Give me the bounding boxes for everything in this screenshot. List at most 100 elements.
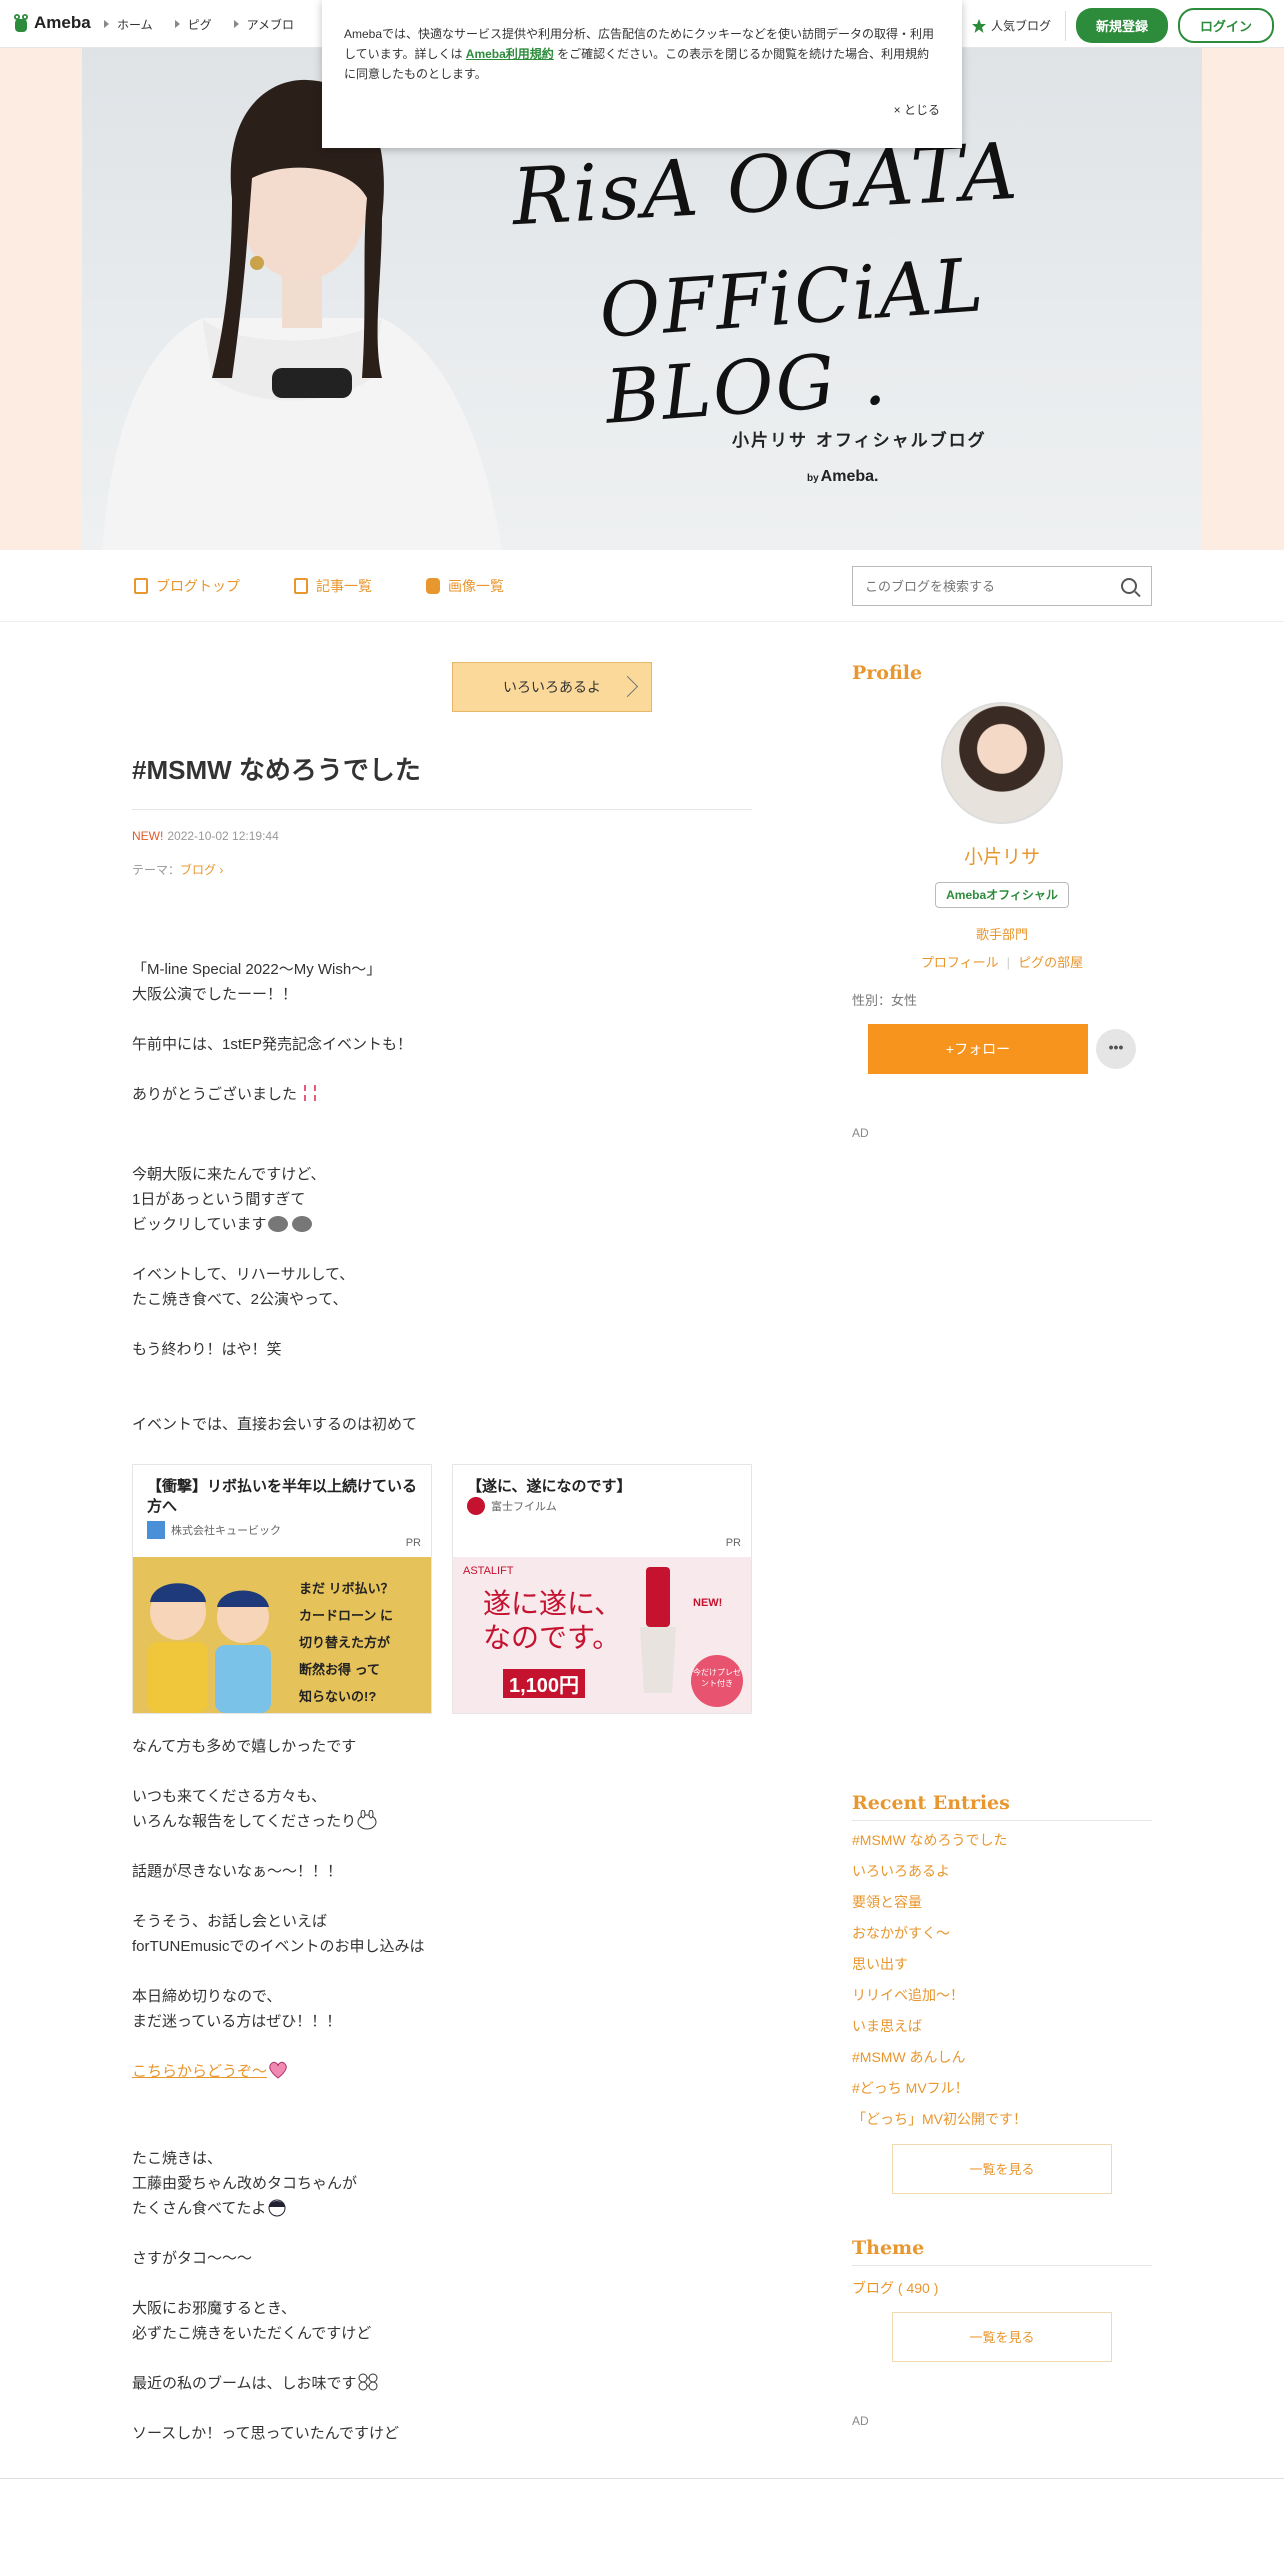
article-link-line: こちらからどうぞ〜	[132, 2059, 289, 2084]
recent-entry[interactable]: #MSMW なめろうでした	[852, 1830, 1027, 1861]
ad-1-title: 【衝撃】リボ払いを半年以上続けている方へ	[147, 1478, 418, 1515]
recent-entry[interactable]: 「どっち」MV初公開です！	[852, 2109, 1027, 2140]
ad-1-sponsor: 株式会社キュービック	[133, 1517, 431, 1543]
see-all-themes-button[interactable]: 一覧を見る	[892, 2312, 1112, 2362]
ad-1-sponsor-name: 株式会社キュービック	[171, 1525, 281, 1537]
see-all-entries-button[interactable]: 一覧を見る	[892, 2144, 1112, 2194]
entry-list-link[interactable]: 記事一覧	[294, 576, 372, 596]
heart-icon	[269, 2061, 287, 2079]
recent-entries-list: #MSMW なめろうでした いろいろあるよ 要領と容量 おなかがすく〜 思い出す…	[852, 1830, 1027, 2140]
ad-2-bottle	[640, 1567, 676, 1693]
article-paragraph-3: イベントして、リハーサルして、 たこ焼き食べて、2公演やって、 もう終わり！はや…	[132, 1266, 355, 1358]
hero-by-ameba: by Ameba.	[807, 468, 878, 486]
ad-2-pr-label: PR	[725, 1537, 741, 1549]
login-button[interactable]: ログイン	[1177, 8, 1274, 43]
sponsor-logo-icon	[467, 1497, 485, 1515]
ad-card-2[interactable]: 【遂に、遂になのです】 富士フイルム PR ASTALIFT 遂に遂に、 なので…	[452, 1464, 752, 1714]
copy-icon	[294, 578, 308, 594]
application-link[interactable]: こちらからどうぞ〜	[132, 2063, 267, 2080]
recent-entry[interactable]: 要領と容量	[852, 1892, 1027, 1923]
theme-heading: Theme	[852, 2237, 1152, 2266]
popular-blog-link[interactable]: 人気ブログ	[971, 10, 1066, 41]
profile-category[interactable]: 歌手部門	[852, 924, 1152, 943]
signup-button[interactable]: 新規登録	[1075, 8, 1168, 43]
recent-entry[interactable]: #どっち MVフル！	[852, 2078, 1027, 2109]
hero-brand: Ameba.	[820, 468, 879, 485]
document-icon	[134, 578, 148, 594]
cookie-notice: Amebaでは、快適なサービス提供や利用分析、広告配信のためにクッキーなどを使い…	[322, 0, 962, 148]
ad-1-line-2: カードローン に	[299, 1608, 393, 1623]
ad-2-gift-badge: 今だけプレゼント付き	[691, 1655, 743, 1707]
follow-button[interactable]: +フォロー	[868, 1024, 1088, 1074]
header-actions: 人気ブログ 新規登録 ログイン	[971, 8, 1274, 43]
ad-2-new: NEW!	[693, 1597, 723, 1609]
surprised-face-emoji-icon	[267, 1216, 312, 1232]
flower-emoji-icon	[358, 2373, 378, 2391]
profile-gender: 性別：女性	[852, 993, 918, 1008]
ad-2-brand: ASTALIFT	[463, 1565, 514, 1577]
recent-entry[interactable]: おなかがすく〜	[852, 1923, 1027, 1954]
cookie-close-button[interactable]: × とじる	[894, 100, 940, 120]
ad-2-sponsor-name: 富士フイルム	[491, 1501, 557, 1513]
hero-subtitle: 小片リサ オフィシャルブログ	[732, 431, 987, 451]
logo-text: Ameba	[34, 13, 91, 32]
pr-banner-button[interactable]: いろいろあるよ	[452, 662, 652, 712]
article-paragraph-1: 「M-line Special 2022〜My Wish〜」 大阪公演でしたーー…	[132, 957, 412, 1107]
official-badge[interactable]: Amebaオフィシャル	[935, 882, 1069, 908]
profile-name[interactable]: 小片リサ	[852, 842, 1152, 869]
profile-link[interactable]: プロフィール	[921, 955, 999, 970]
new-badge: NEW!	[132, 829, 164, 843]
search-icon[interactable]	[1121, 578, 1137, 594]
rabbit-emoji-icon	[357, 1810, 377, 1830]
hero-by-label: by	[807, 473, 819, 484]
ad-1-pr-label: PR	[405, 1537, 421, 1549]
article-paragraph-9: ソースしか！って思っていたんですけど	[132, 2425, 400, 2442]
article-paragraph-7: たこ焼きは、 工藤由愛ちゃん改めタコちゃんが たくさん食べてたよ	[132, 2146, 357, 2221]
paragraph-5-text: なんて方も多めで嬉しかったです いつも来てくださる方々も、 いろんな報告をしてく…	[132, 1738, 357, 1830]
recent-entry[interactable]: リリイベ追加〜！	[852, 1985, 1027, 2016]
ad-1-image: まだ リボ払い？ カードローン に 切り替えた方が 断然お得 って 知らないの!…	[133, 1557, 431, 1713]
nav-ameblo[interactable]: アメブロ	[234, 16, 294, 33]
blog-search-input[interactable]	[853, 567, 1103, 605]
blog-top-label: ブログトップ	[156, 578, 240, 594]
nav-home[interactable]: ホーム	[104, 16, 153, 33]
blog-top-link[interactable]: ブログトップ	[134, 576, 240, 596]
more-options-button[interactable]: •••	[1096, 1029, 1136, 1069]
article-date: 2022-10-02 12:19:44	[167, 829, 279, 843]
ad-2-headline-1: 遂に遂に、	[483, 1587, 623, 1620]
profile-avatar[interactable]	[941, 702, 1063, 824]
profile-links: プロフィール | ピグの部屋	[920, 955, 1084, 970]
ad-1-line-3: 切り替えた方が	[299, 1635, 391, 1650]
article-paragraph-2: 今朝大阪に来たんですけど、 1日があっという間すぎて ビックリしています	[132, 1162, 326, 1237]
image-list-label: 画像一覧	[448, 578, 504, 594]
recent-entry[interactable]: いま思えば	[852, 2016, 1027, 2047]
paragraph-7-text: たこ焼きは、 工藤由愛ちゃん改めタコちゃんが たくさん食べてたよ	[132, 2150, 358, 2217]
ad-card-1[interactable]: 【衝撃】リボ払いを半年以上続けている方へ 株式会社キュービック PR まだ リボ…	[132, 1464, 432, 1714]
recent-entry[interactable]: 思い出す	[852, 1954, 1027, 1985]
terms-link[interactable]: Ameba利用規約	[466, 47, 554, 61]
theme-blog-link[interactable]: ブログ ( 490 )	[852, 2278, 938, 2298]
article-theme: テーマ：ブログ ›	[132, 861, 223, 878]
frog-icon	[14, 14, 28, 32]
pig-room-link[interactable]: ピグの部屋	[1018, 955, 1083, 970]
popular-label: 人気ブログ	[990, 19, 1051, 33]
article-paragraph-4: イベントでは、直接お会いするのは初めて	[132, 1416, 418, 1433]
theme-link[interactable]: ブログ ›	[180, 863, 223, 877]
ad-2-price: 1,100円	[503, 1669, 586, 1698]
recent-entry[interactable]: いろいろあるよ	[852, 1861, 1027, 1892]
ad-1-line-4: 断然お得 って	[299, 1662, 380, 1677]
ad-1-line-1: まだ リボ払い？	[299, 1581, 394, 1596]
footer-divider	[0, 2478, 1284, 2479]
hero-title-line2: OFFiCiAL BLOG .	[596, 242, 988, 441]
blog-search	[852, 566, 1152, 606]
recent-entries-heading: Recent Entries	[852, 1792, 1152, 1821]
article-title[interactable]: #MSMW なめろうでした	[132, 750, 752, 810]
image-list-link[interactable]: 画像一覧	[426, 576, 504, 596]
nav-pig[interactable]: ピグ	[175, 16, 212, 33]
paragraph-1-text: 「M-line Special 2022〜My Wish〜」 大阪公演でしたーー…	[132, 961, 413, 1103]
paragraph-8-text: さすがタコ〜〜〜 大阪にお邪魔するとき、 必ずたこ焼きをいただくんですけど 最近…	[132, 2250, 372, 2392]
entry-list-label: 記事一覧	[316, 578, 372, 594]
girl-face-emoji-icon	[268, 2199, 286, 2217]
ameba-logo[interactable]: Ameba	[12, 12, 91, 34]
recent-entry[interactable]: #MSMW あんしん	[852, 2047, 1027, 2078]
